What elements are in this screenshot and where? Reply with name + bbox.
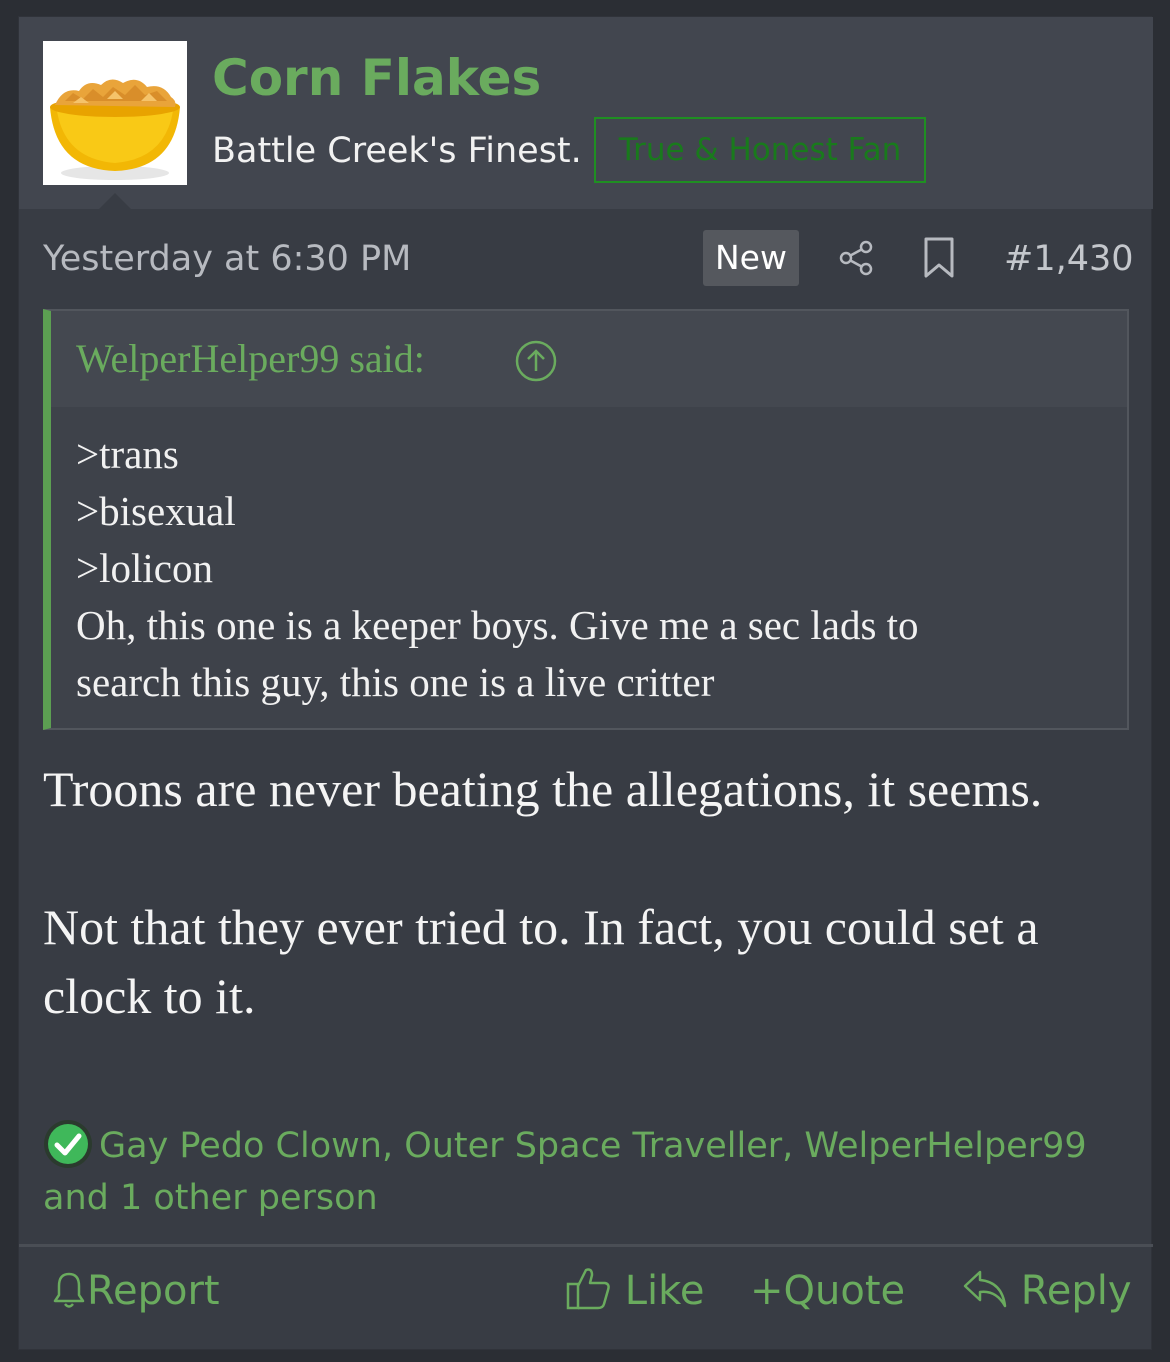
quote-attribution[interactable]: WelperHelper99 said: (76, 333, 425, 385)
reactions-bar[interactable]: Gay Pedo Clown, Outer Space Traveller, W… (43, 1119, 1133, 1224)
user-banner: True & Honest Fan (594, 117, 926, 183)
message-body: Troons are never beating the allegations… (43, 755, 1133, 1031)
quote-line: >trans (76, 431, 179, 477)
quote-label: Quote (783, 1268, 906, 1314)
new-badge: New (703, 230, 799, 286)
quote-header: WelperHelper99 said: (51, 311, 1127, 407)
post-number-link[interactable]: #1,430 (1004, 235, 1134, 283)
author-username[interactable]: Corn Flakes (212, 47, 541, 109)
share-icon[interactable] (837, 239, 875, 277)
quote-line: >bisexual (76, 488, 236, 534)
like-label: Like (624, 1268, 705, 1314)
message-paragraph: Troons are never beating the allegations… (43, 761, 1043, 817)
quote-body: >trans >bisexual >lolicon Oh, this one i… (76, 426, 1116, 711)
arrow-up-circle-icon[interactable] (514, 339, 558, 383)
post-author-header: Corn Flakes Battle Creek's Finest. True … (19, 17, 1153, 209)
quote-line: Oh, this one is a keeper boys. Give me a… (76, 602, 919, 648)
quote-block: WelperHelper99 said: >trans >bisexual >l… (43, 309, 1129, 730)
quote-line: >lolicon (76, 545, 213, 591)
quote-button[interactable]: +Quote (750, 1265, 905, 1317)
checkmark-icon (44, 1120, 92, 1168)
thumbs-up-icon (566, 1268, 610, 1310)
report-label: Report (87, 1268, 220, 1314)
author-user-title: Battle Creek's Finest. (212, 131, 582, 171)
reply-arrow-icon (963, 1270, 1007, 1308)
quote-line: search this guy, this one is a live crit… (76, 659, 715, 705)
report-button[interactable]: Report (51, 1265, 220, 1317)
post-actions-bar: Report Like +Quote Reply (19, 1244, 1153, 1351)
reply-button[interactable]: Reply (962, 1265, 1132, 1317)
avatar[interactable] (43, 41, 187, 185)
bell-icon (53, 1272, 85, 1308)
message-paragraph: Not that they ever tried to. In fact, yo… (43, 899, 1039, 1024)
reactions-list[interactable]: Gay Pedo Clown, Outer Space Traveller, W… (43, 1126, 1087, 1218)
bookmark-icon[interactable] (923, 237, 955, 279)
plus-icon: + (750, 1268, 784, 1314)
reply-label: Reply (1020, 1268, 1132, 1314)
forum-post: Corn Flakes Battle Creek's Finest. True … (18, 16, 1153, 1351)
like-button[interactable]: Like (566, 1265, 704, 1317)
avatar-pointer (99, 193, 131, 209)
post-timestamp[interactable]: Yesterday at 6:30 PM (43, 235, 411, 283)
